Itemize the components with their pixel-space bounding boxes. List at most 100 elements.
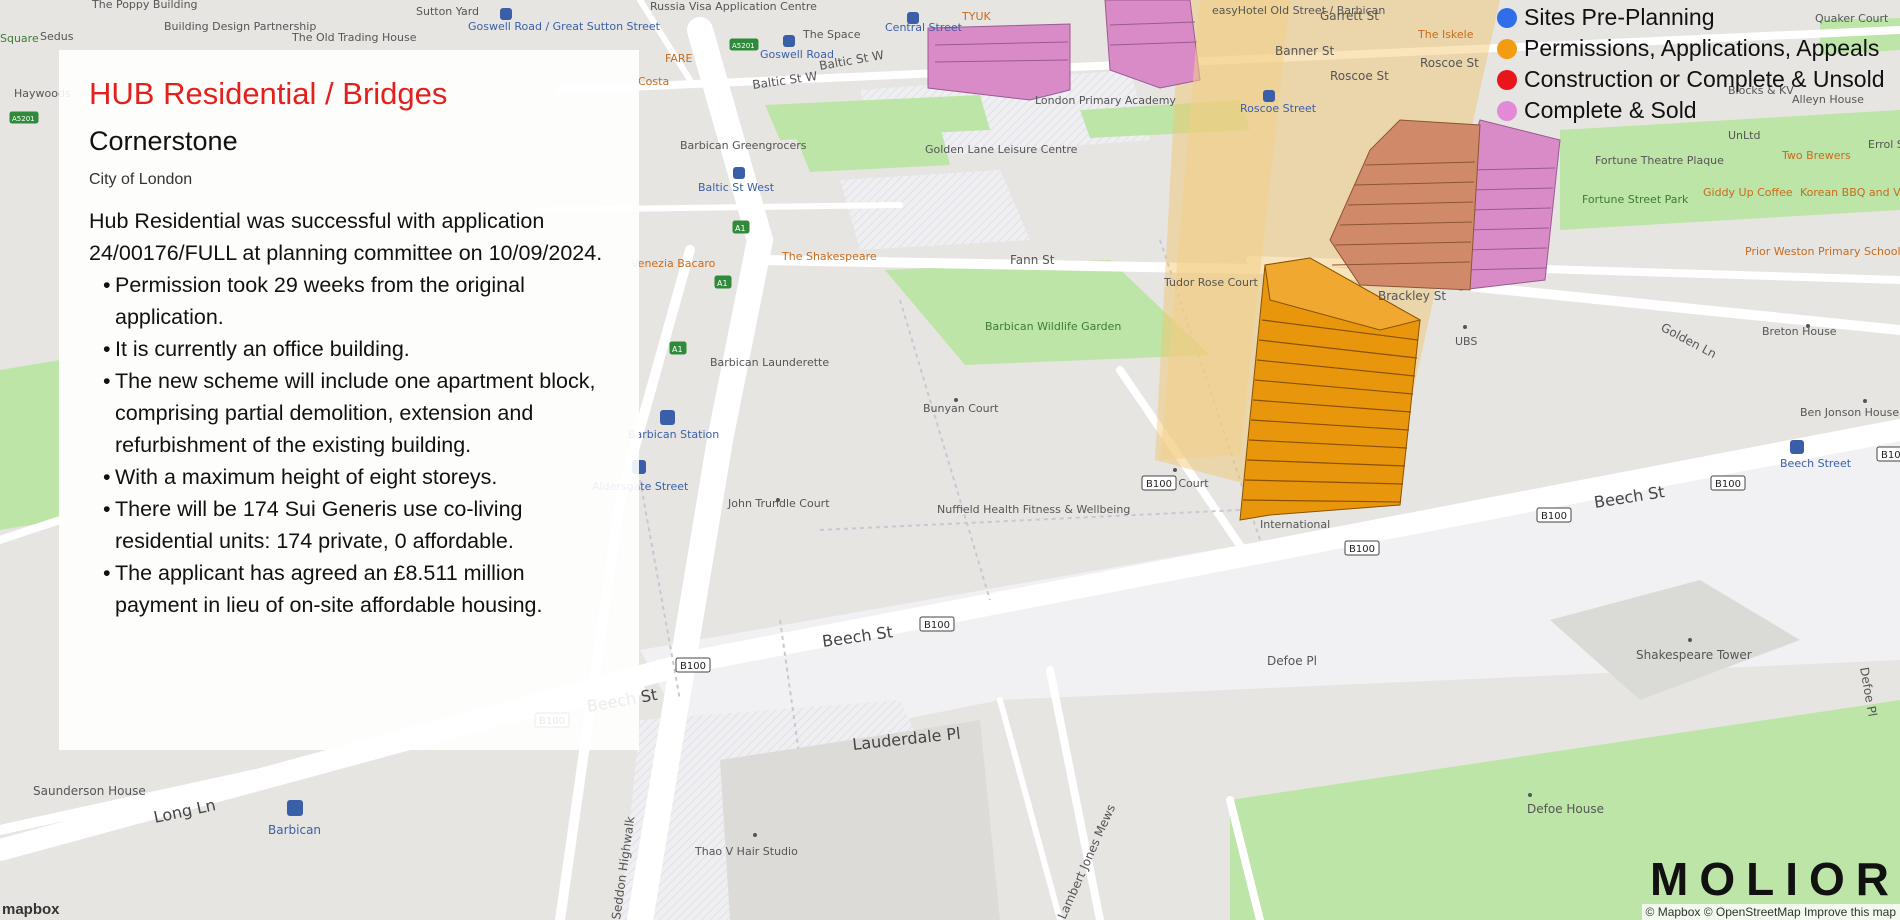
street-label: Roscoe St <box>1420 56 1479 70</box>
station-label: Central Street <box>885 21 963 34</box>
bus-stop-icon <box>500 8 512 20</box>
list-item: The applicant has agreed an £8.511 milli… <box>89 557 609 621</box>
place-label: FARE <box>665 52 692 65</box>
place-label: Korean BBQ and Vegan Restaurant <box>1800 186 1900 199</box>
place-label: The Space <box>802 28 861 41</box>
svg-text:A5201: A5201 <box>12 115 35 123</box>
svg-text:A1: A1 <box>717 279 728 288</box>
place-label: Venezia Bacaro <box>631 257 716 270</box>
road-shield-a1: A1 <box>669 341 687 355</box>
place-label: Saunderson House <box>33 784 146 798</box>
place-label: Square <box>0 32 39 45</box>
train-station-icon <box>1790 440 1804 454</box>
svg-text:B100: B100 <box>1881 450 1900 461</box>
station-label: Goswell Road <box>760 48 834 61</box>
place-label: Building Design Partnership <box>164 20 316 33</box>
list-item: Permission took 29 weeks from the origin… <box>89 269 609 333</box>
station-label: Roscoe Street <box>1240 102 1317 115</box>
molior-logo: MOLIOR <box>1650 853 1900 905</box>
road-shield-b100: B100 <box>919 616 955 632</box>
place-label: Ben Jonson House <box>1800 406 1899 419</box>
park-label: Barbican Wildlife Garden <box>985 320 1121 333</box>
place-label: Bunyan Court <box>923 402 999 415</box>
road-shield-b100: B100 <box>1344 540 1380 556</box>
list-item: With a maximum height of eight storeys. <box>89 461 609 493</box>
road-shield-b100: B100 <box>1141 475 1177 491</box>
bus-stop-icon <box>1263 90 1275 102</box>
road-shield-a5201: A5201 <box>729 38 759 51</box>
list-item: There will be 174 Sui Generis use co-liv… <box>89 493 609 557</box>
place-label: International <box>1260 518 1330 531</box>
place-label: Costa <box>638 75 669 88</box>
project-area: City of London <box>89 171 193 188</box>
place-label: Defoe House <box>1527 802 1604 816</box>
station-label: Beech Street <box>1780 457 1852 470</box>
road-shield-a5201: A5201 <box>9 111 39 124</box>
place-label: London Primary Academy <box>1035 94 1176 107</box>
hatched-area-mid <box>840 170 1030 250</box>
legend-label: Complete & Sold <box>1524 97 1697 123</box>
svg-text:B100: B100 <box>1146 479 1172 490</box>
map-attribution[interactable]: © Mapbox © OpenStreetMap Improve this ma… <box>1641 904 1900 920</box>
place-label: Two Brewers <box>1781 149 1851 162</box>
legend-item-complete-sold[interactable]: Complete & Sold <box>1497 95 1885 126</box>
place-label: Fortune Theatre Plaque <box>1595 154 1724 167</box>
svg-text:B100: B100 <box>680 661 706 672</box>
street-label: Banner St <box>1275 44 1335 58</box>
place-label: Sedus <box>40 30 74 43</box>
legend-swatch <box>1497 100 1517 121</box>
place-label: The Shakespeare <box>781 250 877 263</box>
legend-label: Sites Pre-Planning <box>1524 4 1715 30</box>
svg-text:A1: A1 <box>735 224 746 233</box>
road-shield-b100: B100 <box>675 657 711 673</box>
bus-stop-icon <box>783 35 795 47</box>
map-legend: Sites Pre-Planning Permissions, Applicat… <box>1497 2 1885 126</box>
place-label: Golden Lane Leisure Centre <box>925 143 1078 156</box>
fortune-street-park-area <box>1560 110 1900 230</box>
road-shield-b100: B100 <box>1876 446 1900 462</box>
place-label: The Iskele <box>1417 28 1474 41</box>
list-item: It is currently an office building. <box>89 333 609 365</box>
place-label: Breton House <box>1762 325 1837 338</box>
street-label: Roscoe St <box>1330 69 1389 83</box>
project-subtitle: Cornerstone <box>89 126 238 156</box>
project-details-list: Permission took 29 weeks from the origin… <box>89 269 609 621</box>
legend-item-construction[interactable]: Construction or Complete & Unsold <box>1497 64 1885 95</box>
street-label: Brackley St <box>1378 289 1446 303</box>
svg-text:B100: B100 <box>1715 479 1741 490</box>
place-label: The Poppy Building <box>91 0 198 11</box>
svg-text:A5201: A5201 <box>732 42 755 50</box>
legend-item-permissions[interactable]: Permissions, Applications, Appeals <box>1497 33 1885 64</box>
mapbox-logo[interactable]: mapbox <box>2 901 60 918</box>
road-shield-b100: B100 <box>1710 475 1746 491</box>
place-label: Tudor Rose Court <box>1163 276 1259 289</box>
bus-stop-icon <box>733 167 745 179</box>
legend-item-pre-planning[interactable]: Sites Pre-Planning <box>1497 2 1885 33</box>
station-label: Baltic St West <box>698 181 775 194</box>
place-label: Sutton Yard <box>416 5 479 18</box>
place-label: UBS <box>1455 335 1477 348</box>
park-west <box>0 360 60 530</box>
legend-swatch <box>1497 7 1517 28</box>
train-station-icon <box>287 800 303 816</box>
legend-swatch <box>1497 69 1517 90</box>
project-info-panel: HUB Residential / Bridges Cornerstone Ci… <box>59 50 639 750</box>
road-shield-a1: A1 <box>732 220 750 234</box>
park-label: Fortune Street Park <box>1582 193 1689 206</box>
place-label: easyHotel Old Street / Barbican <box>1212 4 1385 17</box>
place-label: Shakespeare Tower <box>1636 648 1752 662</box>
place-label: John Trundle Court <box>727 497 830 510</box>
svg-text:B100: B100 <box>1349 544 1375 555</box>
place-label: Prior Weston Primary School and Children… <box>1745 245 1900 258</box>
street-label: Fann St <box>1010 253 1055 267</box>
place-label: Nuffield Health Fitness & Wellbeing <box>937 503 1130 516</box>
project-intro: Hub Residential was successful with appl… <box>89 209 603 265</box>
legend-label: Construction or Complete & Unsold <box>1524 66 1885 92</box>
station-label: Barbican Station <box>628 428 719 441</box>
road-shield-b100: B100 <box>1536 507 1572 523</box>
project-title: HUB Residential / Bridges <box>89 76 448 111</box>
station-label: Barbican <box>268 823 321 837</box>
list-item: The new scheme will include one apartmen… <box>89 365 609 461</box>
svg-text:B100: B100 <box>1541 511 1567 522</box>
place-label: Thao V Hair Studio <box>694 845 798 858</box>
